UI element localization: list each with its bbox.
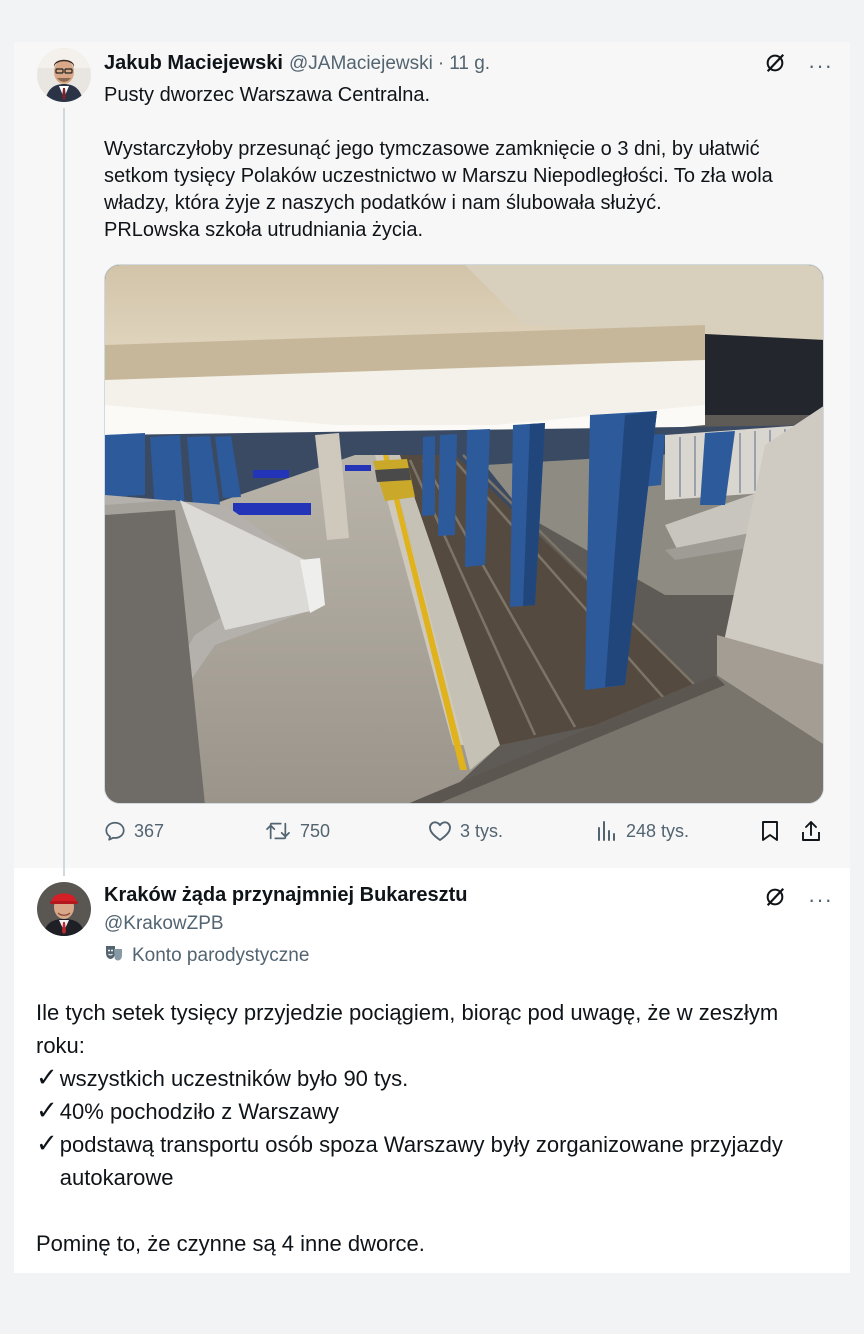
paragraph-spacer (36, 1194, 816, 1227)
tweet1-top-actions: ··· (764, 52, 833, 79)
tweet2-header: Kraków żąda przynajmniej Bukaresztu (104, 884, 467, 907)
post-time[interactable]: 11 g. (449, 53, 490, 75)
tweet2-intro: Ile tych setek tysięcy przyjedzie pociąg… (36, 1000, 779, 1058)
views-count: 248 tys. (626, 820, 690, 841)
share-action[interactable] (800, 820, 822, 842)
more-options-icon[interactable]: ··· (808, 888, 833, 911)
author-name[interactable]: Kraków żąda przynajmniej Bukaresztu (104, 884, 467, 907)
parody-account-badge: Konto parodystyczne (104, 944, 309, 968)
checkmark-icon: ✓ (36, 1095, 58, 1125)
reply-count: 367 (134, 820, 165, 841)
tweet1-action-bar: 367 750 3 tys. 248 tys. (104, 820, 828, 852)
dot-separator: · (437, 53, 445, 74)
avatar-jakub[interactable] (37, 48, 91, 102)
grok-icon[interactable] (764, 52, 786, 79)
tweet1-header: Jakub Maciejewski @JAMaciejewski · 11 g. (104, 52, 490, 75)
tweet2-outro: Pominę to, że czynne są 4 inne dworce. (36, 1231, 425, 1256)
tweet1-photo-station[interactable] (104, 264, 824, 804)
list-item-text: podstawą transportu osób spoza Warszawy … (59, 1132, 783, 1190)
author-handle[interactable]: @JAMaciejewski (289, 53, 433, 75)
theater-masks-icon (104, 944, 124, 968)
retweet-action[interactable]: 750 (264, 820, 330, 842)
share-icon[interactable] (800, 820, 822, 842)
thread-connector-line (63, 108, 65, 876)
like-action[interactable]: 3 tys. (428, 820, 503, 842)
list-item: ✓ podstawą transportu osób spoza Warszaw… (36, 1128, 816, 1194)
checkmark-icon: ✓ (36, 1062, 58, 1092)
grok-icon[interactable] (764, 886, 786, 913)
tweet2-handle-row: @KrakowZPB (104, 913, 224, 935)
reply-icon[interactable] (104, 820, 126, 842)
list-item: ✓ 40% pochodziło z Warszawy (36, 1095, 816, 1128)
more-options-icon[interactable]: ··· (808, 54, 833, 77)
author-handle[interactable]: @KrakowZPB (104, 913, 224, 935)
list-item: ✓ wszystkich uczestników było 90 tys. (36, 1062, 816, 1095)
list-item-text: 40% pochodziło z Warszawy (59, 1099, 339, 1124)
checkmark-icon: ✓ (36, 1128, 58, 1158)
views-action[interactable]: 248 tys. (596, 820, 689, 842)
list-item-text: wszystkich uczestników było 90 tys. (59, 1066, 409, 1091)
bookmark-icon[interactable] (760, 820, 780, 842)
retweet-count: 750 (300, 820, 331, 841)
like-count: 3 tys. (460, 820, 504, 841)
heart-icon[interactable] (428, 820, 452, 842)
views-chart-icon[interactable] (596, 820, 618, 842)
author-name[interactable]: Jakub Maciejewski (104, 52, 283, 75)
bookmark-action[interactable] (760, 820, 780, 842)
avatar-krakow[interactable] (37, 882, 91, 936)
tweet2-top-actions: ··· (764, 886, 833, 913)
tweet1-title-text: Pusty dworzec Warszawa Centralna. (104, 84, 431, 106)
reply-action[interactable]: 367 (104, 820, 164, 842)
tweet2-body: Ile tych setek tysięcy przyjedzie pociąg… (36, 996, 816, 1260)
tweet1-body-text: Wystarczyłoby przesunąć jego tymczasowe … (104, 138, 773, 241)
parody-label: Konto parodystyczne (132, 945, 310, 966)
retweet-icon[interactable] (264, 820, 292, 842)
